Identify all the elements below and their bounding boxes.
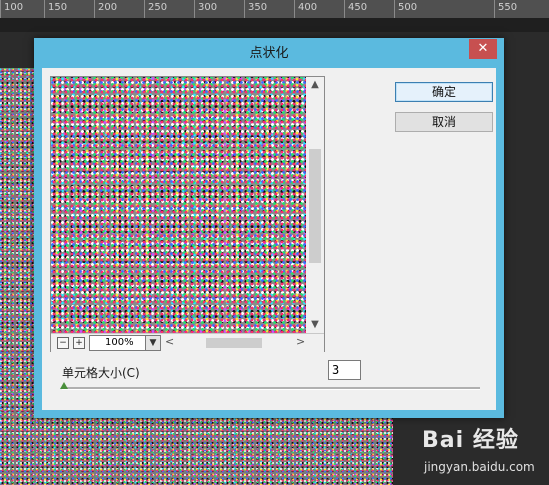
cell-size-slider-thumb[interactable] bbox=[60, 382, 68, 389]
ruler-label: 400 bbox=[298, 2, 318, 13]
cell-size-slider[interactable] bbox=[62, 387, 480, 390]
ruler-label: 100 bbox=[4, 2, 24, 13]
scroll-left-icon[interactable]: < bbox=[165, 335, 174, 348]
ruler-label: 250 bbox=[148, 2, 168, 13]
scroll-down-icon[interactable]: ▼ bbox=[306, 317, 324, 333]
scroll-right-icon[interactable]: > bbox=[296, 335, 305, 348]
ruler-tick: 350 bbox=[244, 0, 267, 18]
preview-controls-bar: − + 100% ▼ < > bbox=[51, 333, 324, 352]
ruler-tick: 400 bbox=[294, 0, 317, 18]
ruler-label: 550 bbox=[498, 2, 518, 13]
ruler-label: 450 bbox=[348, 2, 368, 13]
ruler-label: 150 bbox=[48, 2, 68, 13]
cell-size-label: 单元格大小(C) bbox=[62, 366, 140, 380]
preview-image[interactable] bbox=[51, 77, 306, 333]
ruler-label: 200 bbox=[98, 2, 118, 13]
ruler-tick: 200 bbox=[94, 0, 117, 18]
dialog-body: ▲ ▼ − + 100% ▼ < > 确定 取消 单元格大小(C) 3 bbox=[42, 68, 496, 410]
ruler-tick: 100 bbox=[0, 0, 23, 18]
zoom-in-button[interactable]: + bbox=[73, 337, 85, 349]
workspace-strip bbox=[0, 18, 549, 32]
watermark-logo: Bai 经验 jingyan.baidu.com bbox=[420, 420, 545, 480]
zoom-out-button[interactable]: − bbox=[57, 337, 69, 349]
chevron-down-icon[interactable]: ▼ bbox=[145, 336, 160, 350]
pointillize-dialog: 点状化 ✕ ▲ ▼ − + 100% ▼ < > 确定 取消 单元格大小(C) … bbox=[34, 38, 504, 418]
zoom-select[interactable]: 100% ▼ bbox=[89, 335, 161, 351]
ruler-tick: 150 bbox=[44, 0, 67, 18]
dialog-title: 点状化 bbox=[249, 46, 289, 61]
watermark-brand: Bai 经验 bbox=[422, 428, 519, 453]
ruler-label: 500 bbox=[398, 2, 418, 13]
ruler-tick: 550 bbox=[494, 0, 517, 18]
ruler-tick: 500 bbox=[394, 0, 417, 18]
cell-size-input[interactable]: 3 bbox=[328, 360, 361, 380]
ruler-label: 300 bbox=[198, 2, 218, 13]
ruler-tick: 250 bbox=[144, 0, 167, 18]
ruler-tick: 450 bbox=[344, 0, 367, 18]
ok-button[interactable]: 确定 bbox=[395, 82, 493, 102]
preview-vertical-scrollbar[interactable]: ▲ ▼ bbox=[306, 77, 324, 333]
cancel-button[interactable]: 取消 bbox=[395, 112, 493, 132]
zoom-value: 100% bbox=[105, 337, 134, 348]
filter-preview: ▲ ▼ − + 100% ▼ < > bbox=[50, 76, 325, 352]
horizontal-scroll-thumb[interactable] bbox=[206, 338, 262, 348]
close-button[interactable]: ✕ bbox=[469, 39, 497, 59]
scroll-up-icon[interactable]: ▲ bbox=[306, 77, 324, 93]
vertical-scroll-thumb[interactable] bbox=[309, 149, 321, 263]
ruler-horizontal: 100 150 200 250 300 350 400 450 500 550 bbox=[0, 0, 549, 19]
ruler-label: 350 bbox=[248, 2, 268, 13]
watermark-url: jingyan.baidu.com bbox=[424, 460, 535, 474]
ruler-tick: 300 bbox=[194, 0, 217, 18]
